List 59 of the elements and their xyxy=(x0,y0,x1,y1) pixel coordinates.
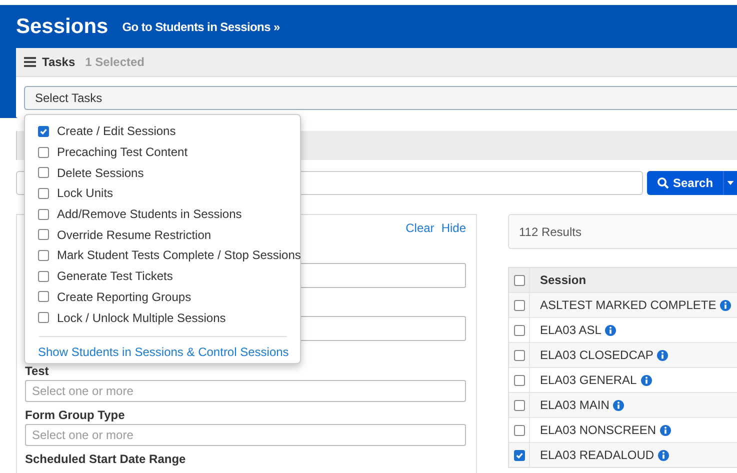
list-icon xyxy=(24,57,36,67)
selected-count: 1 Selected xyxy=(85,55,145,69)
checkbox[interactable] xyxy=(514,324,524,336)
search-button[interactable]: Search xyxy=(647,171,724,195)
task-option[interactable]: Delete Sessions xyxy=(38,162,300,184)
checkbox[interactable] xyxy=(38,188,49,199)
field-label: Scheduled Start Date Range xyxy=(25,453,187,465)
filter-link[interactable]: Clear xyxy=(406,221,434,235)
session-name[interactable]: ELA03 ASL xyxy=(540,323,602,337)
column-header[interactable]: Session xyxy=(530,273,586,287)
info-icon[interactable] xyxy=(657,350,668,360)
show-sessions-link[interactable]: Show Students in Sessions & Control Sessions xyxy=(38,344,289,359)
students-link[interactable]: Go to Students in Sessions » xyxy=(122,20,280,34)
checkbox[interactable] xyxy=(514,450,524,460)
checkbox[interactable] xyxy=(38,208,49,220)
info-icon[interactable] xyxy=(658,450,670,460)
task-option[interactable]: Override Resume Restriction xyxy=(38,224,300,246)
info-icon[interactable] xyxy=(660,424,672,436)
checkbox[interactable] xyxy=(514,400,524,410)
task-option[interactable]: Add/Remove Students in Sessions xyxy=(38,204,300,224)
checkbox[interactable] xyxy=(38,250,49,261)
task-option[interactable]: Precaching Test Content xyxy=(38,142,300,162)
task-option[interactable]: Lock / Unlock Multiple Sessions xyxy=(38,307,300,328)
checkbox[interactable] xyxy=(38,167,49,178)
info-icon[interactable] xyxy=(605,324,616,336)
task-option[interactable]: Lock Units xyxy=(38,183,300,204)
filter-link[interactable]: Hide xyxy=(441,221,466,235)
session-name[interactable]: ELA03 GENERAL xyxy=(540,373,637,387)
task-option[interactable]: Mark Student Tests Complete / Stop Sessions xyxy=(38,245,300,266)
checkbox[interactable] xyxy=(38,270,49,282)
info-icon[interactable] xyxy=(640,374,652,386)
page-title: Sessions xyxy=(16,14,108,38)
select-field[interactable]: Select one or more xyxy=(25,424,466,446)
tasks-title: Tasks xyxy=(42,55,76,69)
checkbox[interactable] xyxy=(514,300,524,310)
field-label: Form Group Type xyxy=(25,409,126,421)
checkbox[interactable] xyxy=(514,374,524,386)
checkbox[interactable] xyxy=(38,312,49,324)
caret-icon xyxy=(727,181,734,185)
checkbox[interactable] xyxy=(38,291,49,302)
search-icon xyxy=(657,177,669,189)
search-options-button[interactable] xyxy=(723,171,737,195)
info-icon[interactable] xyxy=(613,400,624,410)
select-field[interactable]: Select one or more xyxy=(25,380,466,402)
checkbox[interactable] xyxy=(514,274,524,286)
checkbox[interactable] xyxy=(38,229,49,240)
info-icon[interactable] xyxy=(720,300,732,310)
tasks-dropdown[interactable]: Select Tasks xyxy=(24,86,737,110)
task-option[interactable]: Create Reporting Groups xyxy=(38,286,300,308)
checkbox[interactable] xyxy=(38,126,49,137)
field-label: Test xyxy=(25,365,50,377)
checkbox[interactable] xyxy=(38,146,49,158)
results-count: 112 Results xyxy=(519,224,582,238)
session-name[interactable]: ELA03 MAIN xyxy=(540,398,610,412)
task-option[interactable]: Create / Edit Sessions xyxy=(38,121,300,142)
checkbox[interactable] xyxy=(514,350,524,360)
task-option[interactable]: Generate Test Tickets xyxy=(38,266,300,286)
checkbox[interactable] xyxy=(514,424,524,436)
session-name[interactable]: ELA03 NONSCREEN xyxy=(540,423,656,437)
